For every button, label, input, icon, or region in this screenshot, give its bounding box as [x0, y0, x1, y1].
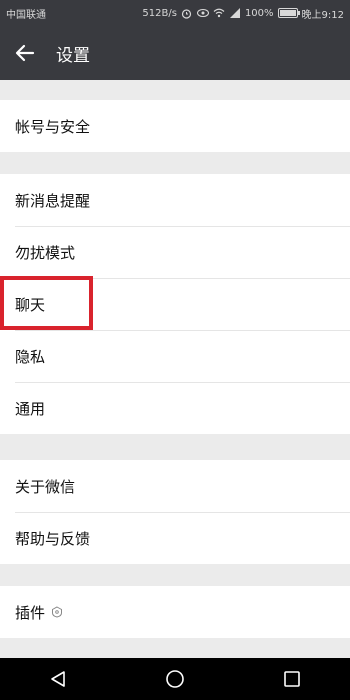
menu-item-label: 勿扰模式 — [15, 243, 76, 262]
wifi-icon — [213, 7, 225, 19]
title-bar: 设置 — [0, 26, 350, 80]
home-circle-icon — [166, 670, 184, 688]
settings-group-about: 关于微信 帮助与反馈 — [0, 460, 350, 564]
battery-percent: 100% — [244, 7, 274, 19]
arrow-left-icon — [15, 44, 35, 62]
menu-item-account-security[interactable]: 帐号与安全 — [0, 100, 350, 152]
network-speed: 512B/s — [142, 7, 177, 19]
menu-item-plugins[interactable]: 插件 — [0, 586, 350, 638]
battery-icon — [277, 8, 300, 18]
menu-item-label: 隐私 — [15, 347, 46, 366]
menu-item-label: 关于微信 — [15, 477, 76, 496]
back-triangle-icon — [51, 671, 66, 687]
menu-item-label: 帮助与反馈 — [15, 529, 91, 548]
back-button[interactable] — [0, 26, 50, 80]
status-bar: 中国联通 512B/s 100% 晚上9:12 — [0, 0, 350, 26]
menu-item-help-feedback[interactable]: 帮助与反馈 — [0, 512, 350, 564]
clock: 晚上9:12 — [301, 9, 344, 21]
settings-group-plugins: 插件 — [0, 586, 350, 638]
recents-square-icon — [283, 671, 300, 687]
nav-home-button[interactable] — [155, 659, 195, 699]
menu-item-privacy[interactable]: 隐私 — [0, 330, 350, 382]
menu-item-notifications[interactable]: 新消息提醒 — [0, 174, 350, 226]
alarm-icon — [181, 7, 193, 19]
carrier-label: 中国联通 — [6, 9, 46, 21]
menu-item-label: 帐号与安全 — [15, 117, 91, 136]
system-nav-bar — [0, 658, 350, 700]
eye-icon — [196, 7, 209, 19]
plugin-icon — [51, 606, 63, 618]
menu-item-label: 通用 — [15, 399, 46, 418]
signal-icon — [229, 7, 241, 19]
menu-item-label: 新消息提醒 — [15, 191, 91, 210]
highlight-box — [0, 276, 93, 330]
page-title: 设置 — [56, 45, 90, 66]
menu-item-general[interactable]: 通用 — [0, 382, 350, 434]
menu-item-label: 插件 — [15, 603, 46, 622]
nav-recents-button[interactable] — [272, 659, 312, 699]
menu-item-do-not-disturb[interactable]: 勿扰模式 — [0, 226, 350, 278]
settings-group-account: 帐号与安全 — [0, 100, 350, 152]
nav-back-button[interactable] — [38, 659, 78, 699]
menu-item-about-wechat[interactable]: 关于微信 — [0, 460, 350, 512]
